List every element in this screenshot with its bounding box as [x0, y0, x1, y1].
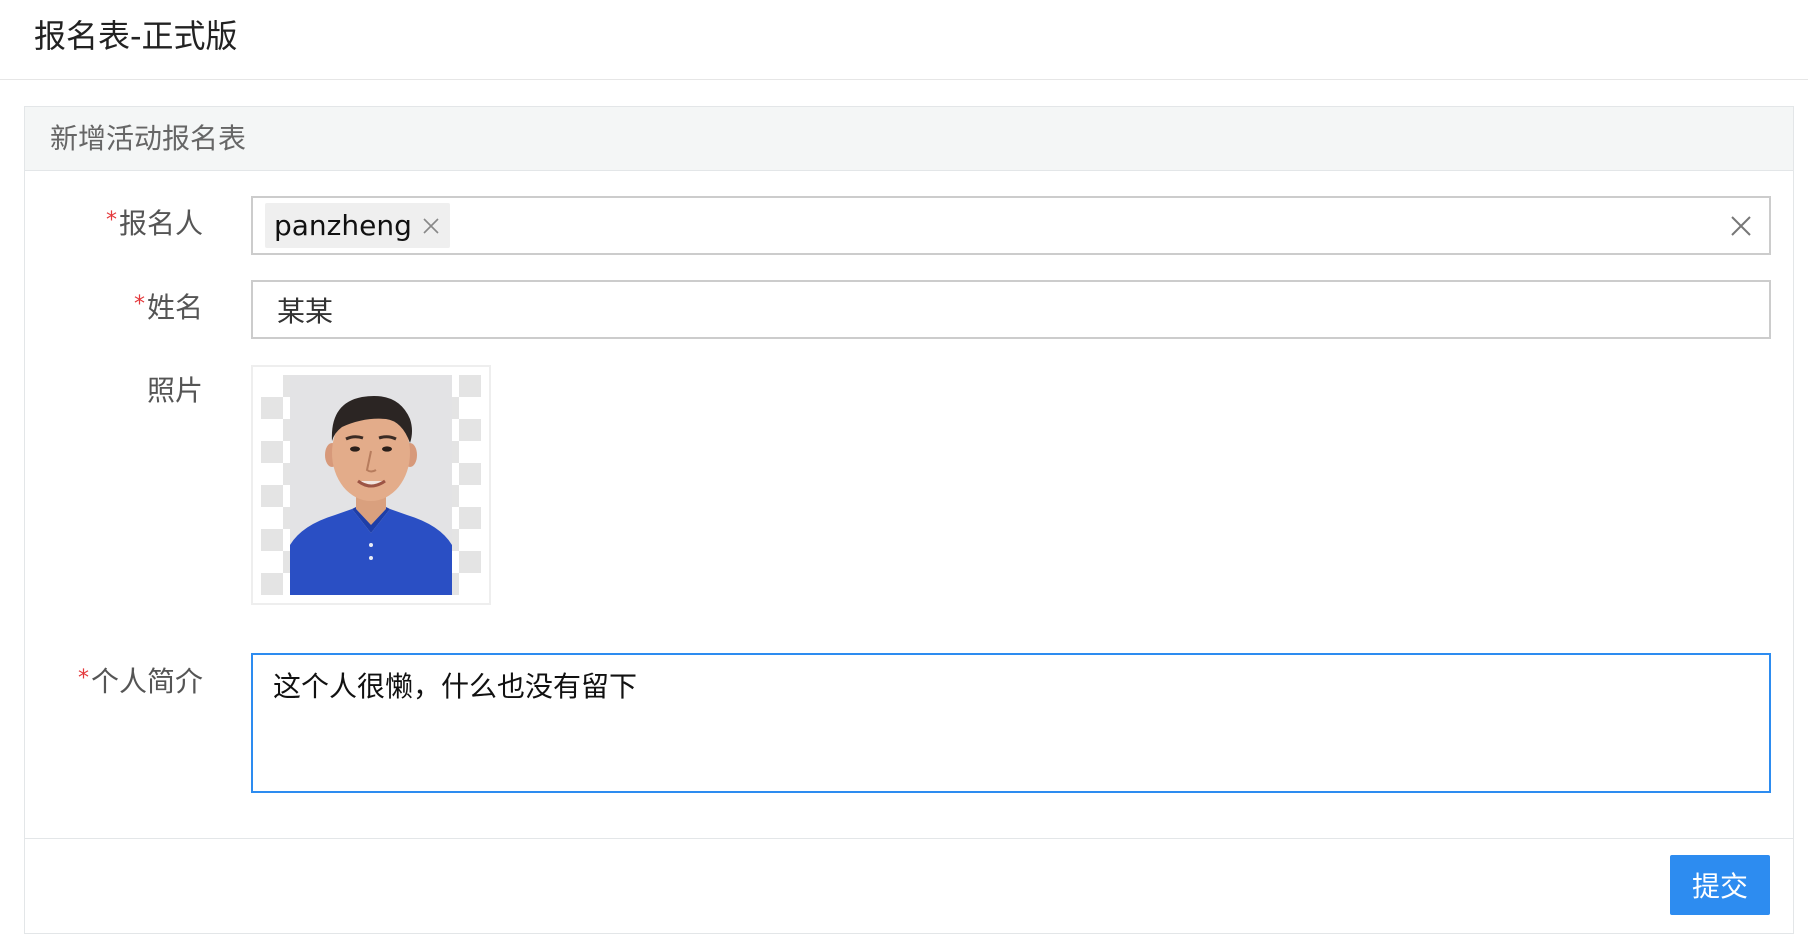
- tag-close-icon[interactable]: [420, 215, 442, 237]
- registrant-label-text: 报名人: [118, 207, 203, 240]
- page-title: 报名表-正式版: [34, 17, 238, 55]
- registrant-label: *报名人: [106, 203, 203, 242]
- name-label: *姓名: [134, 287, 203, 326]
- bio-label-text: 个人简介: [90, 665, 203, 698]
- required-mark: *: [133, 292, 145, 317]
- form-panel: 新增活动报名表 *报名人 panzheng *姓名 照片: [24, 106, 1794, 934]
- panel-heading-title: 新增活动报名表: [50, 122, 247, 155]
- registrant-select[interactable]: panzheng: [251, 196, 1771, 255]
- person-photo: [290, 375, 452, 595]
- required-mark: *: [105, 208, 117, 233]
- bio-label: *个人简介: [78, 661, 203, 700]
- panel-heading: 新增活动报名表: [25, 107, 1793, 171]
- panel-footer: 提交: [25, 838, 1793, 933]
- submit-button[interactable]: 提交: [1670, 855, 1770, 915]
- photo-transparency-background: [261, 375, 481, 595]
- registrant-tag-label: panzheng: [274, 209, 412, 242]
- name-label-text: 姓名: [146, 291, 203, 324]
- bio-textarea[interactable]: 这个人很懒，什么也没有留下: [251, 653, 1771, 793]
- photo-label-text: 照片: [146, 374, 203, 407]
- photo-label: 照片: [147, 373, 203, 409]
- page-header: 报名表-正式版: [0, 0, 1808, 80]
- registrant-tag: panzheng: [265, 203, 450, 248]
- name-input[interactable]: [251, 280, 1771, 339]
- required-mark: *: [77, 666, 89, 691]
- photo-upload[interactable]: [251, 365, 491, 605]
- clear-icon[interactable]: [1727, 212, 1755, 240]
